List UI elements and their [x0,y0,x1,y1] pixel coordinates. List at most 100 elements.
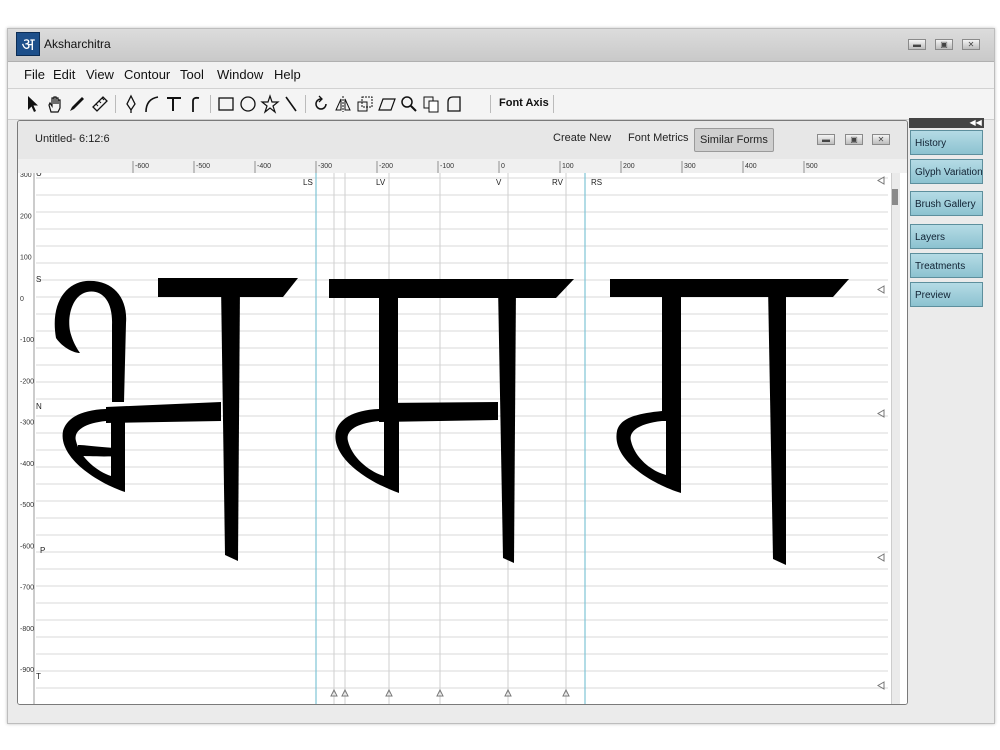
title-bar: अ Aksharchitra ▬ ▣ ✕ [8,29,994,62]
row-label: N [36,402,42,411]
menu-help[interactable]: Help [274,67,301,82]
ruler-x-label: 500 [806,163,818,170]
ruler-y-label: -800 [20,626,34,633]
tab-preview[interactable]: Preview [910,282,983,307]
ruler-x-label: -200 [379,163,393,170]
t-stroke-icon[interactable] [164,94,184,114]
create-new-button[interactable]: Create New [553,132,611,144]
pen-nib-icon[interactable] [121,94,141,114]
corner-icon[interactable] [444,94,464,114]
ruler-x-label: -500 [196,163,210,170]
ruler-y-label: 200 [20,213,32,220]
ruler-x-label: -300 [318,163,332,170]
font-metrics-button[interactable]: Font Metrics [628,132,689,144]
ruler-y-label: -100 [20,337,34,344]
menu-window[interactable]: Window [217,67,263,82]
document-window: Untitled- 6:12:6 Create New Font Metrics… [17,120,908,705]
toolbar-separator [553,95,554,113]
curve-icon[interactable] [142,94,162,114]
pointer-icon[interactable] [23,94,43,114]
ruler-x-label: 200 [623,163,635,170]
ellipse-icon[interactable] [238,94,258,114]
ruler-x-label: 400 [745,163,757,170]
line-icon[interactable] [281,94,301,114]
toolbar-separator [115,95,116,113]
guide-label: V [496,178,502,187]
similar-forms-button[interactable]: Similar Forms [694,128,774,152]
guide-label: LS [303,178,313,187]
glyph-ga [610,279,849,565]
collapse-panel-icon[interactable]: ◀◀ [909,118,984,128]
row-label: S [36,275,41,284]
rotate-icon[interactable] [311,94,331,114]
ruler-y-label: 100 [20,255,32,262]
font-axis-button[interactable]: Font Axis [499,97,549,109]
maximize-button[interactable]: ▣ [935,39,953,50]
tab-glyph-variations[interactable]: Glyph Variations [910,159,983,184]
doc-close-button[interactable]: ✕ [872,134,890,145]
scrollbar-thumb[interactable] [892,189,898,205]
menu-bar: File Edit View Contour Tool Window Help [8,62,994,89]
hand-icon[interactable] [45,94,65,114]
toolbar: Font Axis [8,89,994,120]
window-title: Aksharchitra [44,37,111,51]
tab-brush-gallery[interactable]: Brush Gallery [910,191,983,216]
ruler-y-label: -700 [20,585,34,592]
glyph-canvas[interactable]: 300 200 100 0 -100 -200 -300 -400 -500 -600 -700 -8… [18,173,907,704]
ruler-x-label: -100 [440,163,454,170]
tab-layers[interactable]: Layers [910,224,983,249]
row-marker [877,553,885,562]
menu-tool[interactable]: Tool [180,67,204,82]
rectangle-icon[interactable] [216,94,236,114]
ruler-y-label: -900 [20,667,34,674]
vertical-ruler: 300 200 100 0 -100 -200 -300 -400 -500 -600 -700 -8… [20,173,35,704]
menu-file[interactable]: File [24,67,45,82]
vertical-scrollbar[interactable] [891,173,900,704]
baseline-grid [36,177,888,689]
doc-minimize-button[interactable]: ▬ [817,134,835,145]
guide-labels: LS LV V RV RS [303,178,602,187]
minimize-button[interactable]: ▬ [908,39,926,50]
ruler-x-label: -400 [257,163,271,170]
toolbar-separator [305,95,306,113]
skew-icon[interactable] [377,94,397,114]
row-marker [877,285,885,294]
horizontal-ruler: -600 -500 -400 -300 -200 -100 0 100 200 300 400 500 [18,159,907,174]
guide-label: LV [376,178,386,187]
zoom-icon[interactable] [399,94,419,114]
menu-edit[interactable]: Edit [53,67,75,82]
ruler-x-label: -600 [135,163,149,170]
ruler-icon[interactable] [90,94,110,114]
pen-icon[interactable] [67,94,87,114]
star-icon[interactable] [260,94,280,114]
document-title: Untitled- 6:12:6 [35,133,110,145]
row-label: U [36,173,42,178]
guide-markers [330,176,885,697]
copy-icon[interactable] [421,94,441,114]
guide-label: RV [552,178,564,187]
f-stroke-icon[interactable] [185,94,205,114]
ruler-y-label: -300 [20,420,34,427]
mirror-icon[interactable] [333,94,353,114]
ruler-y-label: -200 [20,378,34,385]
menu-view[interactable]: View [86,67,114,82]
glyph-bha [54,278,298,561]
app-logo: अ [16,32,40,56]
tab-treatments[interactable]: Treatments [910,253,983,278]
vertical-guides [315,173,586,704]
scale-icon[interactable] [355,94,375,114]
doc-maximize-button[interactable]: ▣ [845,134,863,145]
guide-label: RS [591,178,602,187]
ruler-y-label: -500 [20,502,34,509]
ruler-x-label: 0 [501,163,505,170]
toolbar-separator [490,95,491,113]
ruler-x-label: 300 [684,163,696,170]
ruler-y-label: 0 [20,296,24,303]
close-button[interactable]: ✕ [962,39,980,50]
menu-contour[interactable]: Contour [124,67,170,82]
tab-history[interactable]: History [910,130,983,155]
ruler-y-label: -600 [20,543,34,550]
row-labels: U S N P T [36,173,45,681]
ruler-x-label: 100 [562,163,574,170]
ruler-y-label: 300 [20,173,32,179]
